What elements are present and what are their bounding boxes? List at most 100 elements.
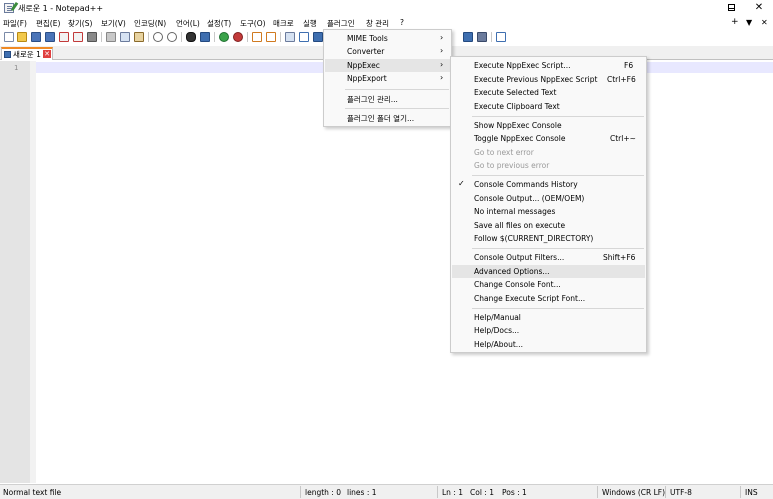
close-all-icon[interactable]: [73, 32, 83, 42]
menu-plugins[interactable]: 플러그인: [327, 18, 355, 29]
menu-item-previous-error: Go to previous error: [474, 161, 550, 170]
zoom-in-icon[interactable]: [219, 32, 229, 42]
paste-icon[interactable]: [134, 32, 144, 42]
tab-new-1[interactable]: 새로운 1 ✕: [1, 47, 53, 60]
menu-item-console-output[interactable]: Console Output... (OEM/OEM): [452, 192, 645, 205]
find-icon[interactable]: [186, 32, 196, 42]
word-wrap-icon[interactable]: [285, 32, 295, 42]
sync-v-icon[interactable]: [252, 32, 262, 42]
menu-settings[interactable]: 설정(T): [207, 18, 231, 29]
menu-edit[interactable]: 편집(E): [36, 18, 60, 29]
status-bar: Normal text file length : 0 lines : 1 Ln…: [0, 484, 773, 499]
menu-item-console-output-filters[interactable]: Console Output Filters... Shift+F6: [452, 251, 645, 264]
menu-search[interactable]: 찾기(S): [68, 18, 92, 29]
menu-item-save-all-on-execute[interactable]: Save all files on execute: [452, 219, 645, 232]
menu-help[interactable]: ?: [400, 18, 404, 27]
cut-icon[interactable]: [106, 32, 116, 42]
menu-item-open-plugin-folder[interactable]: 플러그인 폴더 열기...: [325, 111, 450, 124]
menu-item-nppexec[interactable]: NppExec ›: [325, 59, 450, 72]
macro-save-icon[interactable]: [477, 32, 487, 42]
open-file-icon[interactable]: [17, 32, 27, 42]
menu-item-toggle-console[interactable]: Toggle NppExec Console Ctrl+~: [452, 132, 645, 145]
doc-map-icon[interactable]: [496, 32, 506, 42]
copy-icon[interactable]: [120, 32, 130, 42]
menu-item-no-internal-messages[interactable]: No internal messages: [452, 205, 645, 218]
menu-item-execute-previous[interactable]: Execute Previous NppExec Script Ctrl+F6: [452, 73, 645, 86]
menu-run[interactable]: 실행: [303, 18, 317, 29]
plugins-dropdown: MIME Tools › Converter › NppExec › NppEx…: [323, 29, 452, 127]
menu-item-converter[interactable]: Converter ›: [325, 45, 450, 58]
menu-file[interactable]: 파일(F): [3, 18, 27, 29]
menu-encoding[interactable]: 인코딩(N): [134, 18, 166, 29]
sync-h-icon[interactable]: [266, 32, 276, 42]
save-icon[interactable]: [31, 32, 41, 42]
fold-margin[interactable]: [30, 61, 36, 483]
menu-item-execute-script[interactable]: Execute NppExec Script... F6: [452, 59, 645, 72]
menu-tools[interactable]: 도구(O): [240, 18, 266, 29]
menu-item-help-manual[interactable]: Help/Manual: [452, 311, 645, 324]
status-pos[interactable]: Pos : 1: [502, 488, 527, 497]
status-col[interactable]: Col : 1: [470, 488, 494, 497]
menu-separator: [472, 175, 644, 176]
status-length: length : 0: [305, 488, 341, 497]
menu-item-follow-current-directory[interactable]: Follow $(CURRENT_DIRECTORY): [452, 232, 645, 245]
status-mode[interactable]: INS: [745, 488, 758, 497]
shortcut-label: Ctrl+~: [610, 134, 636, 143]
all-chars-icon[interactable]: [299, 32, 309, 42]
status-separator: [740, 486, 741, 498]
redo-icon[interactable]: [167, 32, 177, 42]
menu-item-advanced-options[interactable]: Advanced Options...: [452, 265, 645, 278]
menu-item-execute-clipboard[interactable]: Execute Clipboard Text: [452, 100, 645, 113]
zoom-out-icon[interactable]: [233, 32, 243, 42]
undo-icon[interactable]: [153, 32, 163, 42]
menu-item-mime-tools[interactable]: MIME Tools ›: [325, 32, 450, 45]
status-separator: [597, 486, 598, 498]
menu-item-next-error: Go to next error: [474, 148, 534, 157]
line-number: 1: [14, 64, 19, 72]
print-icon[interactable]: [87, 32, 97, 42]
toolbar-separator: [280, 32, 281, 42]
new-tab-icon[interactable]: +: [731, 17, 739, 27]
toolbar-separator: [491, 32, 492, 42]
status-separator: [300, 486, 301, 498]
close-button[interactable]: ✕: [745, 0, 773, 16]
shortcut-label: Ctrl+F6: [607, 75, 636, 84]
menu-item-console-history[interactable]: ✓ Console Commands History: [452, 178, 645, 191]
save-state-icon: [4, 51, 11, 58]
status-separator: [665, 486, 666, 498]
tab-close-icon[interactable]: ✕: [43, 50, 51, 58]
menu-item-help-about[interactable]: Help/About...: [452, 338, 645, 351]
toolbar-separator: [148, 32, 149, 42]
menu-item-change-script-font[interactable]: Change Execute Script Font...: [452, 292, 645, 305]
menu-item-execute-selected[interactable]: Execute Selected Text: [452, 86, 645, 99]
menu-item-change-console-font[interactable]: Change Console Font...: [452, 278, 645, 291]
menu-separator: [472, 248, 644, 249]
toolbar-separator: [247, 32, 248, 42]
menu-window[interactable]: 창 관리: [366, 18, 389, 29]
menu-language[interactable]: 언어(L): [176, 18, 200, 29]
menu-item-show-console[interactable]: Show NppExec Console: [452, 119, 645, 132]
menu-macro[interactable]: 매크로: [273, 18, 294, 29]
status-encoding[interactable]: UTF-8: [670, 488, 692, 497]
menu-separator: [345, 89, 449, 90]
menu-item-plugin-admin[interactable]: 플러그인 관리...: [325, 92, 450, 105]
menu-view[interactable]: 보기(V): [101, 18, 126, 29]
status-eol[interactable]: Windows (CR LF): [602, 488, 665, 497]
status-ln[interactable]: Ln : 1: [442, 488, 463, 497]
tab-list-icon[interactable]: ▼: [746, 18, 752, 27]
indent-guide-icon[interactable]: [313, 32, 323, 42]
status-lines: lines : 1: [347, 488, 377, 497]
tab-label: 새로운 1: [13, 50, 41, 59]
nppexec-submenu: Execute NppExec Script... F6 Execute Pre…: [450, 56, 647, 353]
checkmark-icon: ✓: [458, 179, 465, 188]
menu-item-help-docs[interactable]: Help/Docs...: [452, 324, 645, 337]
save-all-icon[interactable]: [45, 32, 55, 42]
close-doc-icon[interactable]: ✕: [761, 18, 768, 27]
menu-item-nppexport[interactable]: NppExport ›: [325, 72, 450, 85]
new-file-icon[interactable]: [4, 32, 14, 42]
toolbar-separator: [214, 32, 215, 42]
close-icon[interactable]: [59, 32, 69, 42]
macro-play-icon[interactable]: [463, 32, 473, 42]
menu-separator: [472, 116, 644, 117]
replace-icon[interactable]: [200, 32, 210, 42]
